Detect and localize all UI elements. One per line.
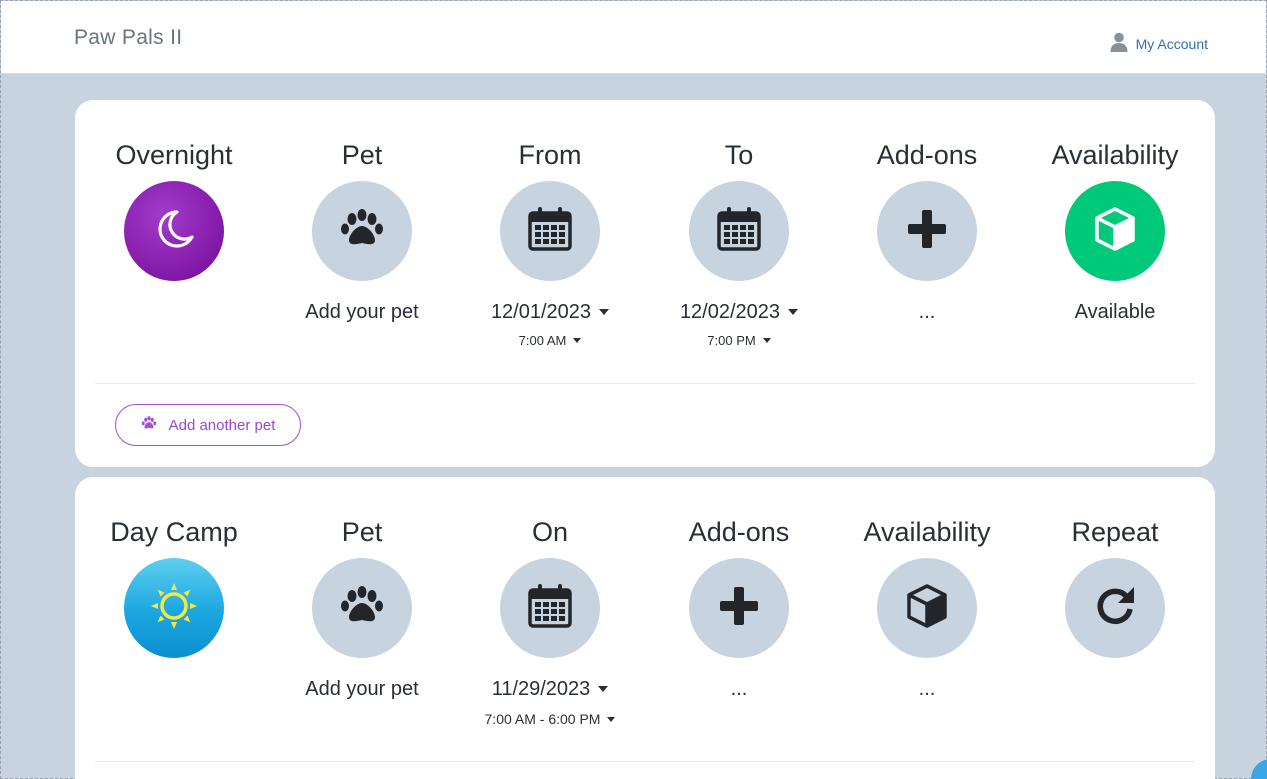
column-title: To [724, 140, 754, 170]
column-availability: Availability ... [833, 477, 1021, 701]
plus-icon [714, 581, 764, 636]
to-time-value: 7:00 PM [707, 333, 756, 348]
column-on: On 11/29/2023 7:00 AM - 6:00 PM [456, 477, 644, 727]
addons-value: ... [918, 300, 936, 323]
column-repeat: Repeat [1021, 477, 1209, 658]
pet-select-button[interactable] [312, 558, 412, 658]
repeat-icon [1090, 581, 1140, 636]
paw-icon [141, 415, 157, 435]
addons-value: ... [730, 677, 748, 700]
column-title: Availability [1051, 140, 1179, 170]
addons-button[interactable] [689, 558, 789, 658]
availability-status: Available [1074, 300, 1156, 323]
column-title: Add-ons [876, 140, 978, 170]
caret-down-icon [599, 309, 610, 315]
column-title: Overnight [115, 140, 233, 170]
from-date-value: 12/01/2023 [490, 300, 592, 323]
column-from: From 12/01/2023 7:00 AM [456, 100, 644, 348]
time-range-value: 7:00 AM - 6:00 PM [484, 711, 601, 727]
on-date-button[interactable] [500, 558, 600, 658]
column-to: To 12/02/2023 7:00 PM [645, 100, 833, 348]
column-availability: Availability Available [1021, 100, 1209, 324]
from-time-dropdown[interactable]: 7:00 AM [519, 333, 582, 348]
on-date-value: 11/29/2023 [491, 677, 591, 700]
chat-widget-button[interactable] [1251, 759, 1267, 779]
add-another-pet-label: Add another pet [168, 416, 276, 434]
paw-icon [337, 204, 387, 259]
column-title: From [518, 140, 582, 170]
overnight-service-button[interactable] [124, 181, 224, 281]
column-title: Add-ons [688, 517, 790, 547]
column-service-type: Overnight [80, 100, 268, 281]
sun-icon [149, 581, 199, 636]
availability-button[interactable] [877, 558, 977, 658]
from-date-dropdown[interactable]: 12/01/2023 [490, 300, 610, 324]
caret-down-icon [788, 309, 799, 315]
card-divider [95, 383, 1195, 384]
calendar-icon [714, 204, 764, 259]
my-account-label: My Account [1135, 35, 1208, 52]
column-addons: Add-ons ... [645, 477, 833, 701]
to-date-button[interactable] [689, 181, 789, 281]
time-range-dropdown[interactable]: 7:00 AM - 6:00 PM [485, 711, 616, 727]
user-icon [1110, 32, 1128, 55]
on-date-dropdown[interactable]: 11/29/2023 [492, 677, 609, 701]
from-date-button[interactable] [500, 181, 600, 281]
column-title: Pet [341, 517, 383, 547]
cube-icon [1090, 204, 1140, 259]
add-another-pet-button[interactable]: Add another pet [115, 404, 301, 446]
plus-icon [902, 204, 952, 259]
moon-icon [149, 204, 199, 259]
repeat-button[interactable] [1065, 558, 1165, 658]
column-addons: Add-ons ... [833, 100, 1021, 324]
brand-title[interactable]: Paw Pals II [74, 26, 182, 50]
add-your-pet-link[interactable]: Add your pet [305, 300, 418, 324]
caret-down-icon [607, 716, 616, 722]
cube-icon [902, 581, 952, 636]
column-title: On [531, 517, 569, 547]
caret-down-icon [573, 338, 582, 343]
column-title: Pet [341, 140, 383, 170]
column-title: Availability [863, 517, 991, 547]
column-title: Repeat [1071, 517, 1159, 547]
card-divider [95, 761, 1195, 762]
paw-icon [337, 581, 387, 636]
calendar-icon [525, 581, 575, 636]
add-your-pet-link[interactable]: Add your pet [305, 677, 418, 701]
column-title: Day Camp [110, 517, 238, 547]
to-time-dropdown[interactable]: 7:00 PM [707, 333, 771, 348]
column-pet: Pet Add your pet [268, 477, 456, 701]
top-bar: Paw Pals II My Account [1, 1, 1266, 74]
my-account-link[interactable]: My Account [1110, 32, 1208, 55]
from-time-value: 7:00 AM [518, 333, 567, 348]
daycamp-service-button[interactable] [124, 558, 224, 658]
column-pet: Pet Add your pet [268, 100, 456, 324]
pet-select-button[interactable] [312, 181, 412, 281]
calendar-icon [525, 204, 575, 259]
caret-down-icon [598, 686, 609, 692]
to-date-dropdown[interactable]: 12/02/2023 [679, 300, 799, 324]
daycamp-booking-card: Day Camp Pet Add your pet On 11/29/2023 … [75, 477, 1215, 779]
availability-button[interactable] [1065, 181, 1165, 281]
column-service-type: Day Camp [80, 477, 268, 658]
addons-button[interactable] [877, 181, 977, 281]
availability-status: ... [918, 677, 936, 700]
caret-down-icon [762, 338, 771, 343]
to-date-value: 12/02/2023 [679, 300, 781, 323]
overnight-booking-card: Overnight Pet Add your pet From 12/01/20… [75, 100, 1215, 467]
